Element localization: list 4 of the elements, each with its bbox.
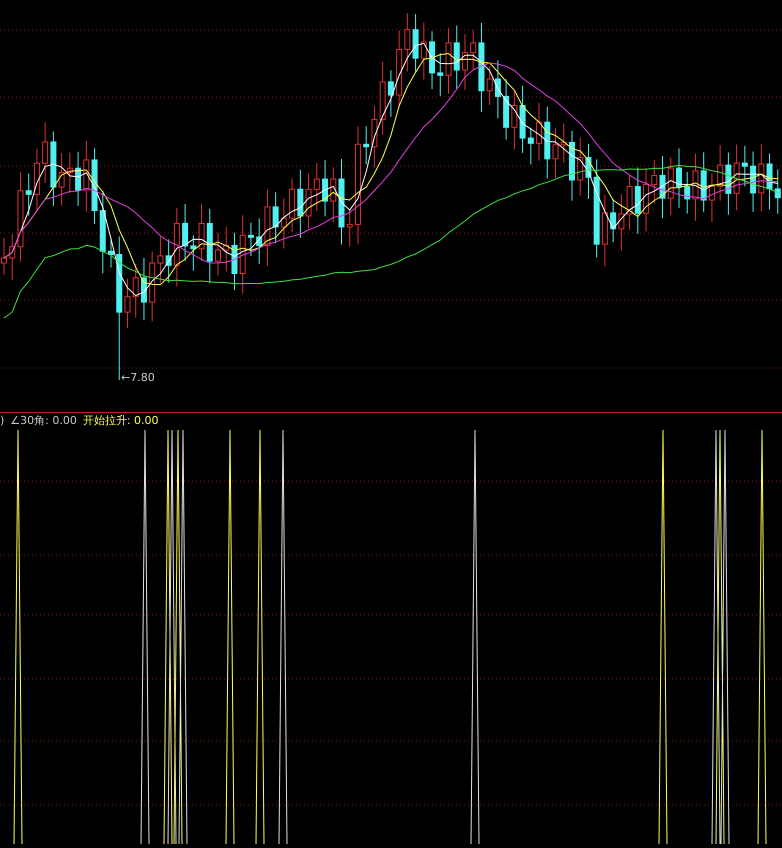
low-price-marker: ←7.80 xyxy=(121,371,155,385)
indicator-legend: 开始拉升: 0.00 xyxy=(82,413,159,428)
indicator-legend: ) xyxy=(0,414,4,427)
indicator-legend: ∠30角: 0.00 xyxy=(10,413,77,428)
